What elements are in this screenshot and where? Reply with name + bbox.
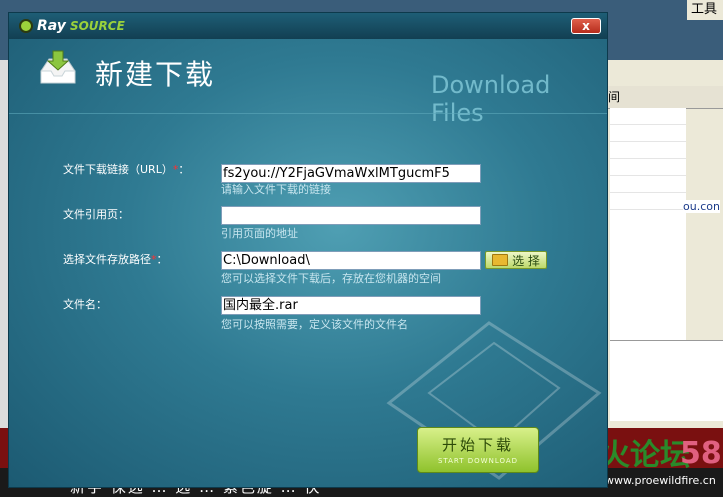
background-list-panel: [610, 108, 686, 348]
save-path-required-star: *: [151, 253, 157, 266]
watermark-logo-number: 58: [680, 436, 722, 471]
background-header-column[interactable]: 间: [608, 88, 620, 105]
brand-ray: Ray: [37, 18, 66, 34]
start-download-label: 开始下载: [441, 436, 514, 454]
new-download-dialog: Ray SOURCE x 新建下载 Download Files 文件下载链接（…: [8, 12, 608, 488]
background-panel-lower: [610, 340, 723, 421]
referrer-hint: 引用页面的地址: [221, 227, 298, 240]
save-path-label: 选择文件存放路径*：: [63, 253, 168, 266]
start-download-button[interactable]: 开始下载 START DOWNLOAD: [417, 427, 539, 473]
dialog-title: 新建下载: [95, 58, 216, 91]
background-menu-tools[interactable]: 工具: [687, 0, 723, 20]
dialog-titlebar[interactable]: Ray SOURCE x: [9, 13, 607, 39]
filename-hint: 您可以按照需要，定义该文件的文件名: [221, 318, 408, 331]
choose-folder-label: 选 择: [512, 253, 540, 268]
background-link[interactable]: ou.con: [683, 200, 720, 213]
brand-logo: Ray SOURCE: [19, 17, 125, 35]
header-divider: [9, 113, 607, 114]
choose-folder-button[interactable]: 选 择: [485, 251, 547, 269]
save-path-input[interactable]: C:\Download\: [221, 251, 481, 270]
brand-source: SOURCE: [69, 19, 125, 33]
url-required-star: *: [172, 163, 179, 176]
dialog-subtitle: Download Files: [431, 71, 551, 127]
start-download-sublabel: START DOWNLOAD: [437, 457, 519, 465]
url-hint: 请输入文件下载的链接: [221, 183, 331, 196]
filename-label: 文件名：: [63, 298, 107, 311]
download-tray-icon: [40, 50, 76, 84]
url-label: 文件下载链接（URL）*：: [63, 163, 190, 176]
url-label-text: 文件下载链接（URL）: [63, 163, 173, 176]
raysource-logo-icon: [19, 19, 33, 33]
watermark-url: www.proewildfire.cn: [605, 474, 716, 487]
save-path-label-text: 选择文件存放路径: [63, 253, 151, 266]
save-path-hint: 您可以选择文件下载后，存放在您机器的空间: [221, 272, 441, 285]
referrer-label: 文件引用页：: [63, 208, 129, 221]
close-button[interactable]: x: [571, 18, 601, 34]
filename-input[interactable]: 国内最全.rar: [221, 296, 481, 315]
folder-icon: [492, 254, 509, 266]
referrer-input[interactable]: [221, 206, 481, 225]
